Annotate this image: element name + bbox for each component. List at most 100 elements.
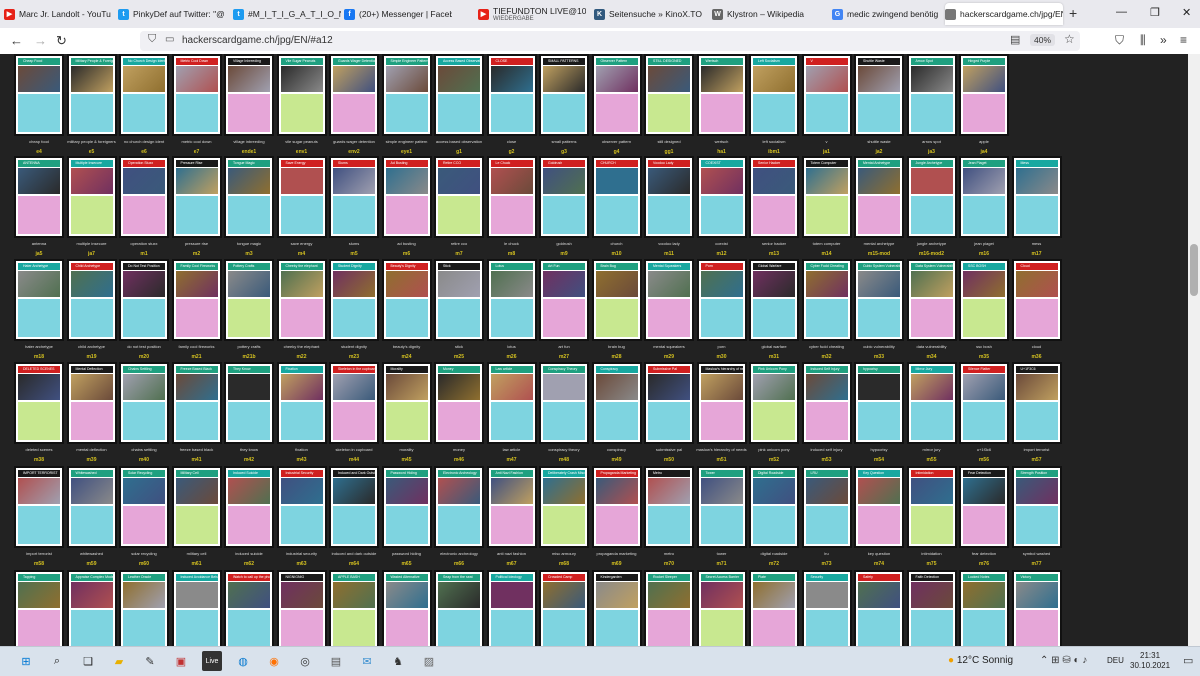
card-code[interactable]: m1	[116, 251, 172, 257]
game-icon[interactable]: ♞	[388, 651, 408, 671]
card[interactable]: Metro	[644, 466, 694, 548]
card[interactable]: CLOSE	[486, 54, 537, 136]
card-code[interactable]: m51	[694, 457, 750, 463]
card-code[interactable]: env2	[326, 149, 382, 155]
card-code[interactable]: g1	[431, 149, 487, 155]
card-code[interactable]: eye1	[379, 149, 435, 155]
card-code[interactable]: m64	[326, 561, 382, 567]
card[interactable]: Hater Archetype	[14, 259, 64, 341]
card[interactable]: Jean Piaget	[959, 156, 1009, 238]
card[interactable]: Tongue Magic	[224, 156, 274, 238]
shield-icon[interactable]: ⛉	[148, 33, 156, 46]
reload-icon[interactable]: ↻	[56, 33, 67, 49]
card[interactable]: Arrow Spot	[906, 54, 957, 136]
card[interactable]: Senior Hacker	[749, 156, 799, 238]
card[interactable]: Digital Roadside	[749, 466, 799, 548]
card-code[interactable]: m77	[1009, 561, 1065, 567]
card-code[interactable]: m45	[379, 457, 435, 463]
card[interactable]: Safety	[854, 570, 904, 646]
card-code[interactable]: m5	[326, 251, 382, 257]
card-code[interactable]: m49	[589, 457, 645, 463]
card[interactable]: Morality	[381, 362, 432, 444]
new-tab-button[interactable]: +	[1069, 5, 1077, 21]
card-code[interactable]: m54	[851, 457, 907, 463]
card-code[interactable]: m63	[274, 561, 330, 567]
card[interactable]: Tower	[696, 466, 747, 548]
card-code[interactable]: m38	[11, 457, 67, 463]
card[interactable]: Conspiracy	[591, 362, 642, 444]
card-code[interactable]: e7	[169, 149, 225, 155]
tab-2[interactable]: t #M_I_T_I_G_A_T_I_O_N -	[233, 3, 341, 25]
card-code[interactable]: m8	[484, 251, 540, 257]
card-code[interactable]: ende1	[221, 149, 277, 155]
card[interactable]: Faith Detection	[906, 570, 957, 646]
card-code[interactable]: m18	[11, 354, 67, 360]
card-code[interactable]: m66	[431, 561, 487, 567]
card-code[interactable]: ha1	[694, 149, 750, 155]
card-code[interactable]: m44	[326, 457, 382, 463]
card[interactable]: Student Dignity	[329, 259, 379, 341]
card[interactable]: Cheap Food	[14, 54, 64, 136]
card-code[interactable]: m65	[379, 561, 435, 567]
card-code[interactable]: m47	[484, 457, 540, 463]
card[interactable]: V	[801, 54, 852, 136]
tab-3[interactable]: f (20+) Messenger | Faceb	[344, 3, 452, 25]
menu-icon[interactable]: ≡	[1180, 33, 1187, 47]
card[interactable]: Strength Position	[1011, 466, 1062, 548]
card[interactable]: Plate	[749, 570, 799, 646]
card[interactable]: Electronic Archeology	[434, 466, 484, 548]
card-code[interactable]: m53	[799, 457, 855, 463]
card-code[interactable]: m14	[799, 251, 855, 257]
card-code[interactable]: m24	[379, 354, 435, 360]
card-code[interactable]: m9	[536, 251, 592, 257]
card[interactable]: DELETED SCENES	[14, 362, 64, 444]
card-code[interactable]: ja4	[956, 149, 1012, 155]
card[interactable]: Access Based Observation	[434, 54, 484, 136]
card[interactable]: Mess	[1011, 156, 1062, 238]
card[interactable]: Le Chuck	[486, 156, 537, 238]
page-icon[interactable]: ▭	[165, 34, 174, 45]
card[interactable]: No Church Design Ident	[119, 54, 169, 136]
card[interactable]: Freeze Based Black	[171, 362, 222, 444]
card[interactable]: Security	[801, 570, 852, 646]
weather-widget[interactable]: ● 12°C Sonnig	[948, 655, 1013, 666]
card-code[interactable]: m23	[326, 354, 382, 360]
card-code[interactable]: m61	[169, 561, 225, 567]
card[interactable]: APPLE BASH	[329, 570, 379, 646]
card-code[interactable]: m69	[589, 561, 645, 567]
clock[interactable]: 21:31 30.10.2021	[1130, 651, 1170, 671]
pocket-icon[interactable]: ⛉	[1115, 33, 1124, 48]
card[interactable]: IMPORT TERRORIST	[14, 466, 64, 548]
card-code[interactable]: ja5	[11, 251, 67, 257]
card[interactable]: Retire CCO	[434, 156, 484, 238]
pen-icon[interactable]: ✎	[140, 651, 160, 671]
card-code[interactable]: m48	[536, 457, 592, 463]
card[interactable]: Password Hiding	[381, 466, 432, 548]
card[interactable]: Voodoo Lady	[644, 156, 694, 238]
card[interactable]: Rocket Sleeper	[644, 570, 694, 646]
card[interactable]: Key Question	[854, 466, 904, 548]
card[interactable]: Intimidation	[906, 466, 957, 548]
edge-icon[interactable]: ◍	[233, 651, 253, 671]
card[interactable]: Global Warfare	[749, 259, 799, 341]
card[interactable]: Wasted Alternative	[381, 570, 432, 646]
card-code[interactable]: m36	[1009, 354, 1065, 360]
card-code[interactable]: m6	[379, 251, 435, 257]
card-code[interactable]: m50	[641, 457, 697, 463]
card[interactable]: SSC BOSH	[959, 259, 1009, 341]
tab-0[interactable]: ▶ Marc Jr. Landolt - YouTu	[4, 3, 112, 25]
card[interactable]: U+1F3C6	[1011, 362, 1062, 444]
tab-7[interactable]: Gmedic zwingend benötig	[832, 3, 940, 25]
card[interactable]: Brain Bug	[591, 259, 642, 341]
card-code[interactable]: m27	[536, 354, 592, 360]
card[interactable]: Pressure Rise	[171, 156, 222, 238]
back-icon[interactable]: ←	[10, 33, 23, 48]
card-code[interactable]: m7	[431, 251, 487, 257]
card[interactable]: Maslow's hierarchy of needs	[696, 362, 747, 444]
card[interactable]: Do Not Test Position	[119, 259, 169, 341]
card-code[interactable]: m74	[851, 561, 907, 567]
card-code[interactable]: m46	[431, 457, 487, 463]
card-code[interactable]: m34	[904, 354, 960, 360]
card[interactable]: Mirror Jury	[906, 362, 957, 444]
card-code[interactable]: m52	[746, 457, 802, 463]
